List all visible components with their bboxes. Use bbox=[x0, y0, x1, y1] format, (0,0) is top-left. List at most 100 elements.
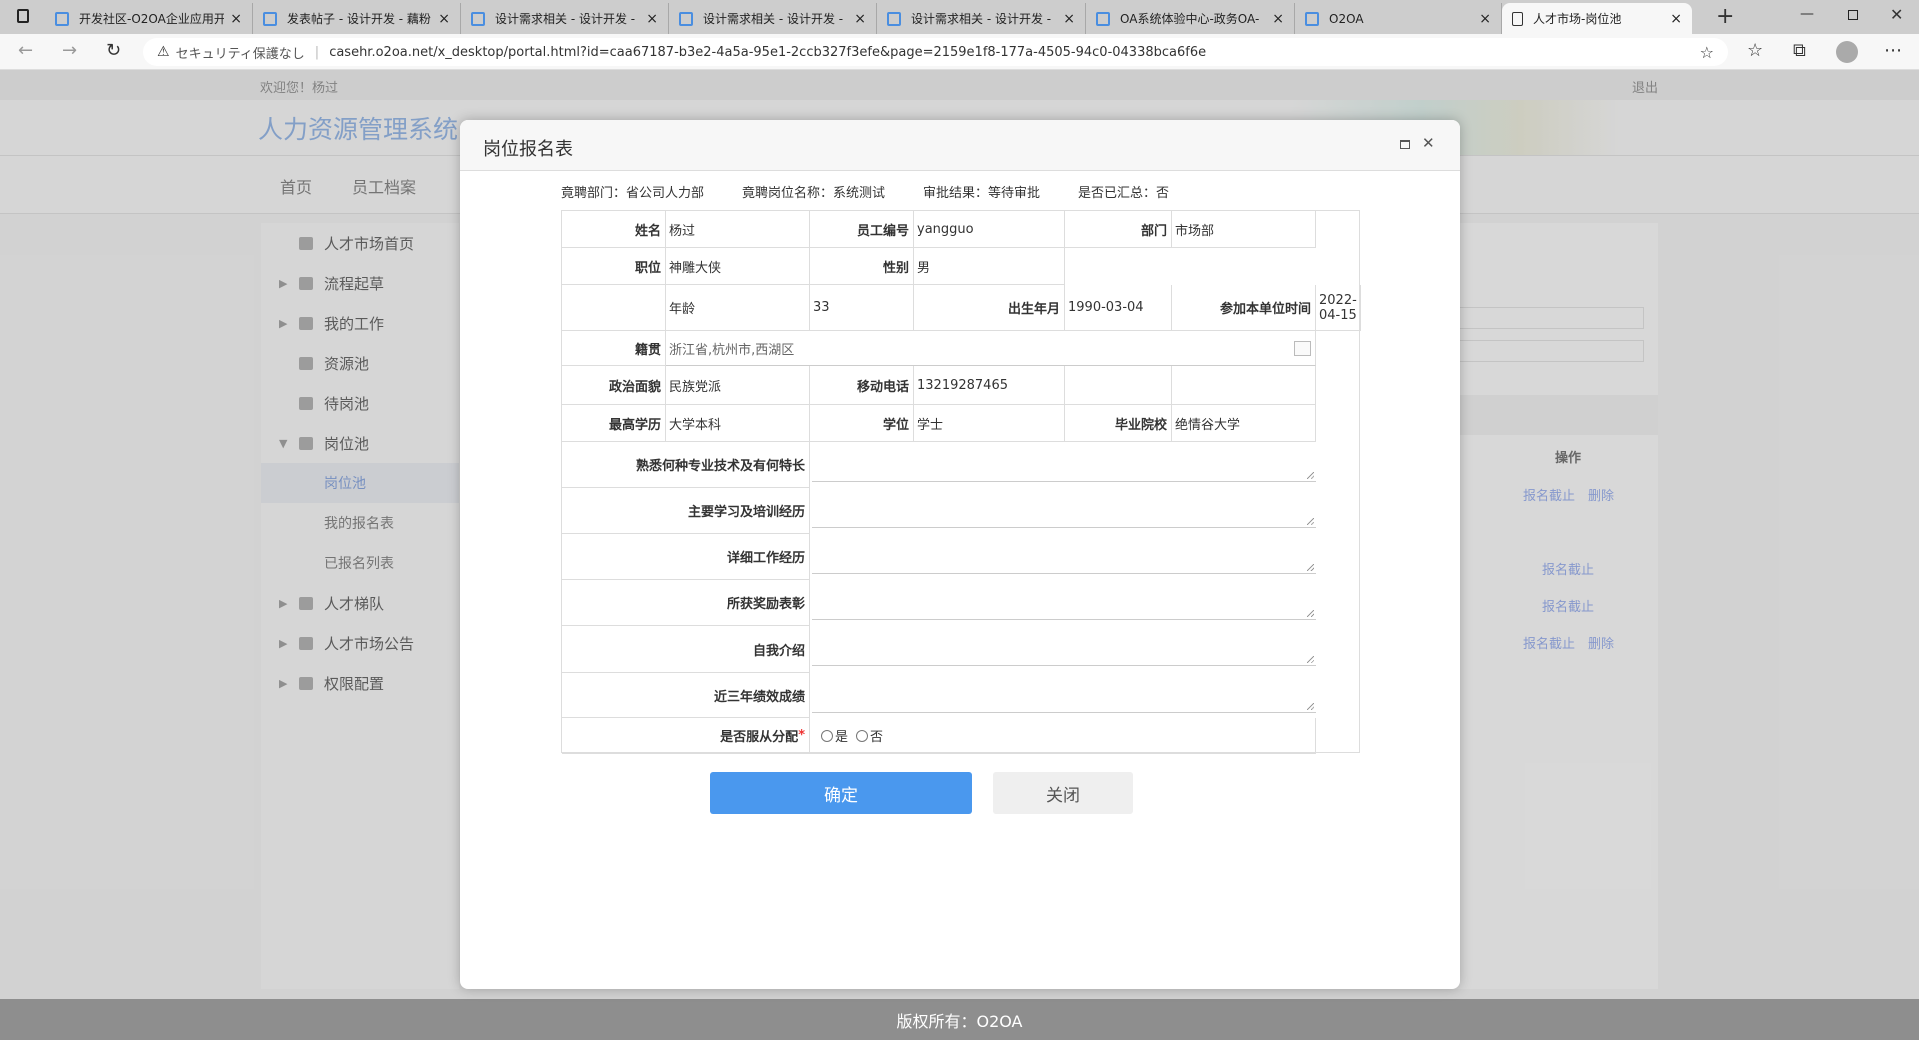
tab-close-icon[interactable]: × bbox=[230, 11, 242, 27]
form-cell-text: 出生年月 bbox=[1007, 302, 1060, 317]
browser-tab[interactable]: 发表帖子 - 设计开发 - 藕粉 × bbox=[253, 3, 461, 34]
form-cell-text: 职位 bbox=[634, 260, 661, 276]
warning-icon: ⚠ bbox=[157, 44, 170, 60]
form-cell: 民族党派 bbox=[666, 366, 810, 405]
profile-avatar[interactable] bbox=[1836, 41, 1858, 63]
form-cell-text: 移动电话 bbox=[856, 379, 909, 395]
browser-tab[interactable]: OA系统体验中心-政务OA- × bbox=[1086, 3, 1295, 34]
collections-icon[interactable]: ⧉ bbox=[1793, 40, 1806, 61]
form-cell-text: 员工编号 bbox=[856, 223, 909, 239]
form-cell: 年龄 bbox=[666, 285, 810, 331]
textarea-label: 熟悉何种专业技术及有何特长 bbox=[562, 442, 810, 488]
textarea-perf[interactable] bbox=[812, 675, 1316, 713]
form-cell: 神雕大侠 bbox=[666, 248, 810, 285]
textarea-label: 主要学习及培训经历 bbox=[562, 488, 810, 534]
tab-close-icon[interactable]: × bbox=[646, 11, 658, 27]
info-position: 竟聘岗位名称：系统测试 bbox=[742, 186, 886, 201]
textarea-intro[interactable] bbox=[812, 628, 1316, 666]
page-icon bbox=[55, 11, 69, 26]
form-cell: 2022-04-15 bbox=[1316, 285, 1361, 331]
edit-select-icon[interactable] bbox=[1294, 340, 1311, 356]
textarea-label: 所获奖励表彰 bbox=[562, 580, 810, 626]
form-cell: 职位 bbox=[562, 248, 666, 285]
url-bar[interactable]: ⚠ セキュリティ保護なし | casehr.o2oa.net/x_desktop… bbox=[143, 38, 1728, 66]
form-cell-text: yangguo bbox=[917, 221, 974, 237]
browser-tab[interactable]: 开发社区-O2OA企业应用开 × bbox=[45, 3, 253, 34]
confirm-button[interactable]: 确定 bbox=[710, 772, 972, 814]
textarea-award[interactable] bbox=[812, 582, 1316, 620]
browser-tab-bar: 开发社区-O2OA企业应用开 × 发表帖子 - 设计开发 - 藕粉 × 设计需求相关 -… bbox=[0, 0, 1919, 34]
tab-close-icon[interactable]: × bbox=[1272, 11, 1284, 27]
info-dept: 竟聘部门：省公司人力部 bbox=[561, 186, 705, 201]
favorites-icon[interactable]: ☆ bbox=[1747, 40, 1763, 61]
tab-close-icon[interactable]: × bbox=[438, 11, 450, 27]
address-bar-row: ← → ↻ ⚠ セキュリティ保護なし | casehr.o2oa.net/x_d… bbox=[0, 34, 1919, 70]
native-place-field[interactable]: 浙江省,杭州市,西湖区 bbox=[666, 331, 1316, 366]
form-cell: 姓名 bbox=[562, 211, 666, 248]
form-cell: 出生年月 bbox=[914, 285, 1065, 331]
close-button[interactable]: 关闭 bbox=[993, 772, 1133, 814]
textarea-label-text: 详细工作经历 bbox=[726, 551, 805, 566]
browser-tab[interactable]: 人才市场-岗位池 × bbox=[1502, 3, 1692, 34]
dialog-title: 岗位报名表 bbox=[483, 139, 573, 160]
textarea-skill[interactable] bbox=[812, 444, 1316, 482]
favorite-add-icon[interactable]: ☆ bbox=[1700, 43, 1714, 62]
form-cell-text: 姓名 bbox=[634, 223, 661, 239]
reload-icon[interactable]: ↻ bbox=[106, 40, 121, 61]
form-cell-text: 学士 bbox=[917, 417, 944, 433]
form-cell-text: 年龄 bbox=[669, 302, 696, 317]
tab-close-icon[interactable]: × bbox=[854, 11, 866, 27]
form-cell: 男 bbox=[914, 248, 1065, 285]
more-icon[interactable]: ⋯ bbox=[1884, 40, 1902, 61]
form-cell-text: 毕业院校 bbox=[1114, 417, 1167, 433]
form-cell: 政治面貌 bbox=[562, 366, 666, 405]
radio-yes[interactable] bbox=[821, 729, 833, 742]
close-icon[interactable]: ✕ bbox=[1422, 134, 1435, 152]
form-cell bbox=[562, 285, 666, 331]
url-text: casehr.o2oa.net/x_desktop/portal.html?id… bbox=[329, 44, 1207, 60]
tab-title: 发表帖子 - 设计开发 - 藕粉 bbox=[287, 12, 431, 26]
back-icon[interactable]: ← bbox=[18, 40, 33, 61]
textarea-label: 自我介绍 bbox=[562, 626, 810, 673]
tab-close-icon[interactable]: × bbox=[1063, 11, 1075, 27]
browser-tab[interactable]: 设计需求相关 - 设计开发 - × bbox=[461, 3, 669, 34]
copyright-text: 版权所有：O2OA bbox=[896, 1011, 1023, 1031]
browser-tab[interactable]: 设计需求相关 - 设计开发 - × bbox=[877, 3, 1086, 34]
minimize-button[interactable]: — bbox=[1800, 6, 1814, 22]
new-tab-button[interactable]: + bbox=[1716, 4, 1734, 29]
browser-tab[interactable]: O2OA × bbox=[1295, 3, 1502, 34]
required-mark: * bbox=[798, 728, 805, 743]
radio-no[interactable] bbox=[856, 729, 869, 742]
form-cell: 参加本单位时间 bbox=[1172, 285, 1316, 331]
application-info: 竟聘部门：省公司人力部 竟聘岗位名称：系统测试 审批结果：等待审批 是否已汇总：… bbox=[561, 182, 1169, 201]
form-cell: 学士 bbox=[914, 405, 1065, 442]
restore-button[interactable] bbox=[1848, 10, 1858, 20]
native-place-field-text: 浙江省,杭州市,西湖区 bbox=[669, 342, 795, 358]
textarea-study[interactable] bbox=[812, 490, 1316, 528]
textarea-label: 近三年绩效成绩 bbox=[562, 673, 810, 718]
form-cell: 33 bbox=[810, 285, 914, 331]
form-cell-text: 政治面貌 bbox=[608, 379, 661, 395]
form-cell: 籍贯 bbox=[562, 331, 666, 366]
application-form-table: 姓名 杨过 员工编号 yangguo 部门 市场部 职位 神雕大侠 性别男年龄 33 出生年月 199… bbox=[561, 210, 1361, 754]
textarea-label-text: 近三年绩效成绩 bbox=[713, 689, 805, 705]
form-cell bbox=[1172, 366, 1316, 405]
tab-close-icon[interactable]: × bbox=[1479, 11, 1491, 27]
page-icon bbox=[679, 11, 693, 26]
maximize-icon[interactable] bbox=[1400, 140, 1410, 149]
textarea-label: 详细工作经历 bbox=[562, 534, 810, 580]
page-icon bbox=[263, 11, 277, 26]
tab-title: OA系统体验中心-政务OA- bbox=[1120, 12, 1260, 26]
browser-tab[interactable]: 设计需求相关 - 设计开发 - × bbox=[669, 3, 877, 34]
forward-icon[interactable]: → bbox=[62, 40, 77, 61]
window-close-button[interactable]: ✕ bbox=[1890, 5, 1903, 24]
tab-close-icon[interactable]: × bbox=[1670, 11, 1682, 27]
tab-actions-icon[interactable] bbox=[17, 9, 29, 23]
textarea-label-text: 自我介绍 bbox=[752, 643, 805, 659]
tab-title: 设计需求相关 - 设计开发 - bbox=[703, 12, 844, 26]
textarea-label-text: 熟悉何种专业技术及有何特长 bbox=[635, 459, 805, 474]
form-cell: 杨过 bbox=[666, 211, 810, 248]
textarea-work[interactable] bbox=[812, 536, 1316, 574]
form-cell-text: 大学本科 bbox=[669, 417, 722, 433]
page-icon bbox=[1512, 11, 1523, 26]
